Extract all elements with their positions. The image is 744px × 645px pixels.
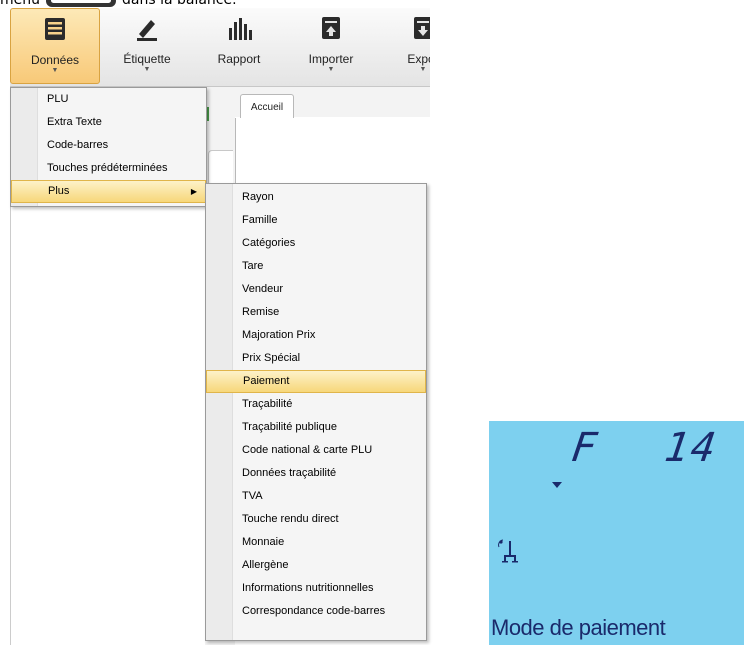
ribbon-toolbar: Données ▼ Étiquette ▼ Rapport Importer ▼ [10, 8, 430, 87]
ribbon-button-importer[interactable]: Importer ▼ [286, 8, 376, 84]
menu-item-label: Traçabilité [242, 398, 293, 410]
ribbon-button-exporter[interactable]: Expor ▼ [378, 8, 430, 84]
tab-accueil[interactable]: Accueil [240, 94, 294, 119]
menu-item-code-barres[interactable]: Code-barres [11, 134, 206, 157]
lcd-code-digits: 14 [661, 425, 721, 471]
menu-item-label: TVA [242, 490, 263, 502]
menu-item-label: Famille [242, 214, 278, 226]
menu-item-label: Catégories [242, 237, 296, 249]
tab-label: Accueil [250, 101, 284, 113]
menu-item-label: Extra Texte [47, 116, 102, 128]
menu-item-label: Touches prédéterminées [47, 162, 168, 174]
menu-item-extra-texte[interactable]: Extra Texte [11, 111, 206, 134]
pen-icon [137, 20, 157, 41]
chevron-down-icon: ▼ [51, 67, 59, 74]
ribbon-label: Données [30, 53, 80, 67]
menu-item-label: Informations nutritionnelles [242, 582, 374, 594]
menu-item-remise[interactable]: Remise [206, 301, 426, 324]
menu-item-prix-special[interactable]: Prix Spécial [206, 347, 426, 370]
menu-item-label: Remise [242, 306, 280, 318]
menu-item-label: Plus [48, 185, 70, 197]
menu-item-label: Données traçabilité [242, 467, 337, 479]
bar-chart-icon [229, 18, 252, 40]
menu-item-label: Correspondance code-barres [242, 605, 386, 617]
menu-item-rayon[interactable]: Rayon [206, 186, 426, 209]
menu-item-allergene[interactable]: Allergène [206, 554, 426, 577]
menu-item-code-national[interactable]: Code national & carte PLU [206, 439, 426, 462]
ribbon-label: Rapport [217, 52, 261, 66]
caption-prefix: menu [0, 0, 40, 8]
menu-item-plus[interactable]: Plus ▶ [11, 180, 206, 203]
menu-item-label: Traçabilité publique [242, 421, 337, 433]
menu-item-label: Tare [242, 260, 264, 272]
menu-item-informations-nutritionnelles[interactable]: Informations nutritionnelles [206, 577, 426, 600]
menu-item-monnaie[interactable]: Monnaie [206, 531, 426, 554]
menu-item-categories[interactable]: Catégories [206, 232, 426, 255]
donnees-menu: PLU Extra Texte Code-barres Touches préd… [10, 87, 207, 207]
ribbon-label: Étiquette [123, 52, 171, 66]
ribbon-label: Expor [407, 52, 430, 66]
menu-item-label: Allergène [242, 559, 289, 571]
menu-item-vendeur[interactable]: Vendeur [206, 278, 426, 301]
menu-item-tva[interactable]: TVA [206, 485, 426, 508]
menu-item-plu[interactable]: PLU [11, 88, 206, 111]
menu-item-label: Rayon [242, 191, 274, 203]
menu-item-label: Touche rendu direct [242, 513, 339, 525]
plus-submenu: Rayon Famille Catégories Tare Vendeur Re… [205, 183, 427, 641]
caption-suffix: dans la balance. [122, 0, 237, 8]
lcd-indicator-icon [552, 482, 562, 488]
export-icon [414, 17, 430, 39]
scale-icon [498, 539, 518, 563]
menu-item-label: Vendeur [242, 283, 283, 295]
menu-item-label: PLU [47, 93, 69, 105]
menu-item-tracabilite-publique[interactable]: Traçabilité publique [206, 416, 426, 439]
import-icon [322, 17, 340, 39]
ribbon-button-rapport[interactable]: Rapport [194, 8, 284, 84]
menu-item-donnees-tracabilite[interactable]: Données traçabilité [206, 462, 426, 485]
chevron-down-icon: ▼ [143, 66, 151, 73]
menu-item-label: Code-barres [47, 139, 109, 151]
menu-item-touche-rendu-direct[interactable]: Touche rendu direct [206, 508, 426, 531]
chevron-down-icon: ▼ [327, 66, 335, 73]
menu-item-famille[interactable]: Famille [206, 209, 426, 232]
lcd-function-char: F [568, 425, 600, 471]
menu-item-touches-predeterminees[interactable]: Touches prédéterminées [11, 157, 206, 180]
ribbon-button-etiquette[interactable]: Étiquette ▼ [102, 8, 192, 84]
database-icon [45, 18, 65, 40]
lcd-mode-text: Mode de paiement [491, 615, 666, 640]
chevron-right-icon: ▶ [190, 187, 197, 196]
menu-item-label: Code national & carte PLU [242, 444, 373, 456]
ribbon-button-donnees[interactable]: Données ▼ [10, 8, 100, 84]
menu-item-label: Majoration Prix [242, 329, 316, 341]
menu-item-label: Monnaie [242, 536, 285, 548]
scale-lcd-display: F 14 Mode de paiement [489, 421, 744, 645]
menu-item-tare[interactable]: Tare [206, 255, 426, 278]
menu-item-majoration-prix[interactable]: Majoration Prix [206, 324, 426, 347]
menu-item-tracabilite[interactable]: Traçabilité [206, 393, 426, 416]
menu-item-label: Prix Spécial [242, 352, 301, 364]
menu-item-label: Paiement [243, 375, 290, 387]
ribbon-label: Importer [308, 52, 354, 66]
menu-item-correspondance-code-barres[interactable]: Correspondance code-barres [206, 600, 426, 623]
key-icon [46, 0, 116, 7]
menu-item-paiement[interactable]: Paiement [206, 370, 426, 393]
chevron-down-icon: ▼ [419, 66, 427, 73]
